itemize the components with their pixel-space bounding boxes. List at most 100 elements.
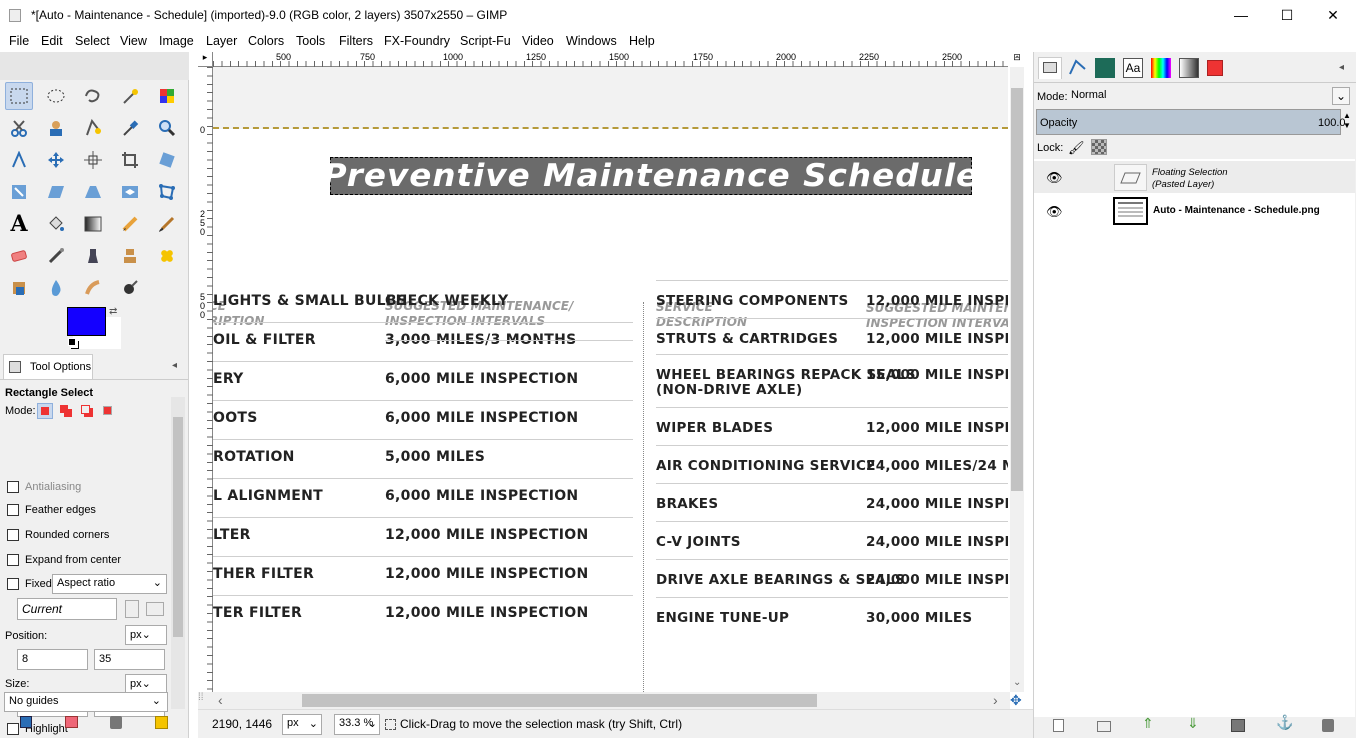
scroll-thumb[interactable] [1011, 88, 1023, 491]
default-colors-icon[interactable] [68, 338, 76, 346]
layer-mode-dropdown[interactable]: Normal [1067, 87, 1350, 107]
floating-selection-title[interactable]: Preventive Maintenance Schedule [323, 157, 978, 195]
opacity-spinner-icon[interactable]: ▲ ▼ [1343, 111, 1351, 131]
quick-mask-corner-icon[interactable]: ▸ [198, 52, 213, 67]
lock-alpha-icon[interactable] [1091, 139, 1107, 155]
scroll-right-icon[interactable]: › [993, 692, 998, 708]
rounded-corners-checkbox[interactable] [7, 529, 19, 541]
ink-icon[interactable] [79, 242, 107, 270]
minimize-button[interactable]: — [1218, 0, 1264, 31]
panel-menu-icon[interactable]: ◂ [1339, 62, 1344, 73]
clone-icon[interactable] [116, 242, 144, 270]
ellipse-select-icon[interactable] [42, 82, 70, 110]
close-button[interactable]: ✕ [1310, 0, 1356, 31]
scissors-select-icon[interactable] [5, 114, 33, 142]
eye-icon[interactable]: 👁 [1046, 170, 1063, 186]
airbrush-icon[interactable] [42, 242, 70, 270]
foreground-color-swatch[interactable] [67, 307, 106, 336]
mode-intersect-icon[interactable] [100, 403, 116, 419]
align-icon[interactable] [79, 146, 107, 174]
crop-icon[interactable] [116, 146, 144, 174]
antialiasing-checkbox[interactable] [7, 481, 19, 493]
menu-script-fu[interactable]: Script-Fu [460, 34, 511, 48]
reset-options-icon[interactable] [155, 716, 168, 729]
mode-add-icon[interactable] [58, 403, 74, 419]
tab-paths[interactable] [1067, 57, 1091, 79]
perspective-icon[interactable] [79, 178, 107, 206]
menu-edit[interactable]: Edit [41, 34, 63, 48]
expand-center-checkbox[interactable] [7, 554, 19, 566]
guides-dropdown[interactable]: No guides ⌄ [4, 692, 168, 712]
tab-layers[interactable] [1038, 57, 1062, 79]
quick-mask-toggle-icon[interactable]: ⁞⁞ [198, 692, 213, 709]
bucket-fill-icon[interactable] [42, 210, 70, 238]
menu-video[interactable]: Video [522, 34, 554, 48]
duplicate-layer-icon[interactable] [1231, 719, 1245, 732]
menu-view[interactable]: View [120, 34, 147, 48]
canvas-horizontal-scrollbar[interactable]: ‹ › [213, 692, 1010, 709]
select-by-color-icon[interactable] [153, 82, 181, 110]
scroll-down-icon[interactable]: ⌄ [1013, 677, 1021, 688]
color-picker-icon[interactable] [116, 114, 144, 142]
lock-pixels-icon[interactable]: 🖌 [1068, 140, 1085, 156]
highlight-checkbox[interactable] [7, 723, 19, 735]
tab-gradients[interactable] [1179, 58, 1199, 78]
navigate-icon[interactable]: ✥ [1010, 692, 1028, 709]
fuzzy-select-icon[interactable] [116, 82, 144, 110]
raise-layer-icon[interactable]: ⇑ [1142, 715, 1154, 732]
menu-tools[interactable]: Tools [296, 34, 325, 48]
heal-icon[interactable] [153, 242, 181, 270]
fixed-checkbox[interactable] [7, 578, 19, 590]
canvas-vertical-scrollbar[interactable]: ⌃ ⌄ [1010, 55, 1024, 692]
blend-icon[interactable] [79, 210, 107, 238]
tab-brushes[interactable] [1207, 60, 1223, 76]
delete-options-icon[interactable] [110, 716, 122, 729]
landscape-icon[interactable] [146, 602, 164, 616]
shear-icon[interactable] [42, 178, 70, 206]
position-y-input[interactable]: 35 [94, 649, 165, 670]
document-canvas[interactable]: Preventive Maintenance Schedule CE RIPTI… [213, 67, 1008, 692]
aspect-current-input[interactable]: Current [17, 598, 117, 620]
save-options-icon[interactable] [20, 716, 32, 728]
maximize-button[interactable]: ☐ [1264, 0, 1310, 31]
tab-patterns[interactable] [1095, 58, 1115, 78]
menu-layer[interactable]: Layer [206, 34, 237, 48]
anchor-layer-icon[interactable]: ⚓ [1276, 714, 1293, 731]
size-unit-dropdown[interactable]: px⌄ [125, 674, 167, 694]
layer-row[interactable]: 👁 Auto - Maintenance - Schedule.png [1034, 195, 1355, 227]
cage-transform-icon[interactable] [153, 178, 181, 206]
smudge-icon[interactable] [79, 274, 107, 302]
free-select-icon[interactable] [79, 82, 107, 110]
paintbrush-icon[interactable] [153, 210, 181, 238]
position-x-input[interactable]: 8 [17, 649, 88, 670]
portrait-icon[interactable] [125, 600, 139, 618]
perspective-clone-icon[interactable] [5, 274, 33, 302]
menu-windows[interactable]: Windows [566, 34, 617, 48]
rect-select-icon[interactable] [5, 82, 33, 110]
flip-icon[interactable] [116, 178, 144, 206]
measure-icon[interactable] [5, 146, 33, 174]
layer-row[interactable]: 👁 Floating Selection (Pasted Layer) [1034, 161, 1355, 193]
chevron-down-icon[interactable]: ⌄ [1332, 87, 1350, 105]
new-layer-group-icon[interactable] [1097, 721, 1111, 732]
scroll-thumb[interactable] [302, 694, 817, 707]
paths-icon[interactable] [79, 114, 107, 142]
tool-options-scrollbar[interactable] [171, 397, 185, 709]
restore-options-icon[interactable] [65, 716, 78, 728]
feather-edges-checkbox[interactable] [7, 504, 19, 516]
scroll-left-icon[interactable]: ‹ [218, 692, 223, 708]
mode-replace-icon[interactable] [37, 403, 53, 419]
opacity-slider[interactable]: Opacity 100.0 [1036, 109, 1346, 135]
menu-help[interactable]: Help [629, 34, 655, 48]
scale-icon[interactable] [5, 178, 33, 206]
lower-layer-icon[interactable]: ⇓ [1187, 715, 1199, 732]
menu-file[interactable]: File [9, 34, 29, 48]
eraser-icon[interactable] [5, 242, 33, 270]
menu-colors[interactable]: Colors [248, 34, 284, 48]
mode-subtract-icon[interactable] [79, 403, 95, 419]
zoom-icon[interactable] [153, 114, 181, 142]
swap-colors-icon[interactable]: ⇄ [109, 306, 117, 317]
wilber-drop-area[interactable] [0, 52, 189, 80]
position-unit-dropdown[interactable]: px⌄ [125, 625, 167, 645]
menu-select[interactable]: Select [75, 34, 110, 48]
